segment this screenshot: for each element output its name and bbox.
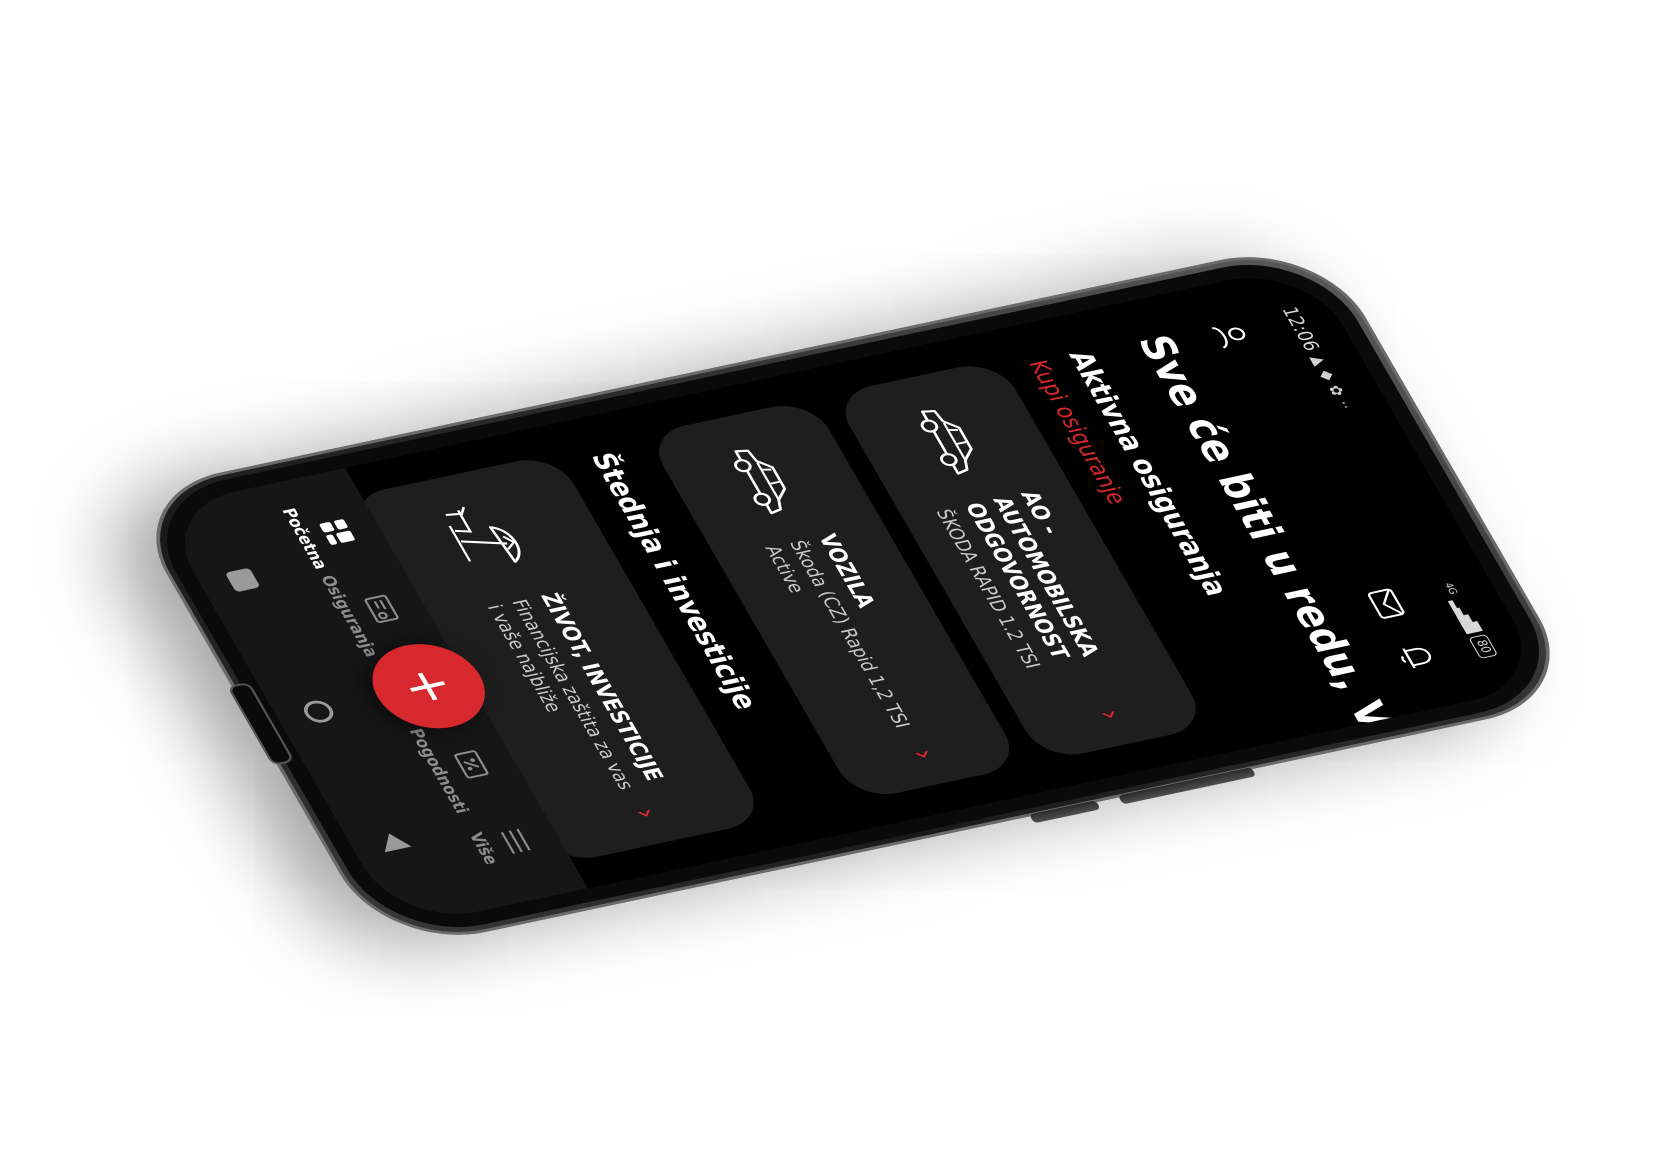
app-notification-icon: ✿ (1323, 383, 1347, 398)
app-screen: 12:06 ▲ ◆ ✿ ·· 4G ▂▃▅▇ 80 Sve će biti u … (155, 262, 1550, 929)
menu-icon (492, 824, 538, 857)
stage: 12:06 ▲ ◆ ✿ ·· 4G ▂▃▅▇ 80 Sve će biti u … (0, 0, 1665, 1171)
nav-benefits[interactable]: Pogodnosti (404, 721, 510, 815)
more-notifications-icon: ·· (1332, 398, 1355, 411)
profile-icon (1211, 326, 1245, 349)
status-time: 12:06 (1275, 304, 1324, 353)
beach-umbrella-icon (431, 492, 542, 582)
recents-icon[interactable] (224, 567, 260, 592)
car-icon (708, 433, 819, 523)
home-icon[interactable] (298, 697, 338, 725)
notifications-button[interactable] (1381, 632, 1452, 681)
back-icon[interactable] (375, 830, 412, 852)
notification-icon: ▲ (1306, 353, 1330, 367)
discount-icon (447, 747, 493, 780)
messages-button[interactable] (1350, 579, 1421, 628)
dashboard-icon (313, 515, 359, 548)
policy-icon (358, 592, 404, 625)
nav-more[interactable]: Više (451, 800, 552, 888)
mail-icon (1367, 588, 1404, 619)
profile-button[interactable] (1195, 310, 1266, 359)
car-icon (895, 394, 1006, 484)
status-right: 4G ▂▃▅▇ 80 (1437, 581, 1498, 659)
teams-icon: ◆ (1314, 368, 1338, 382)
phone-device: 12:06 ▲ ◆ ✿ ·· 4G ▂▃▅▇ 80 Sve će biti u … (120, 238, 1585, 953)
card-text: VOZILA Škoda (CZ) Rapid 1,2 TSI Active (758, 531, 951, 743)
signal-icon: ▂▃▅▇ (1446, 597, 1483, 632)
bell-icon (1400, 647, 1431, 668)
battery-level: 80 (1467, 633, 1498, 659)
network-type: 4G (1440, 581, 1459, 595)
nav-insurances[interactable]: Osiguranja (316, 566, 420, 658)
nav-home[interactable]: Početna (273, 490, 374, 578)
